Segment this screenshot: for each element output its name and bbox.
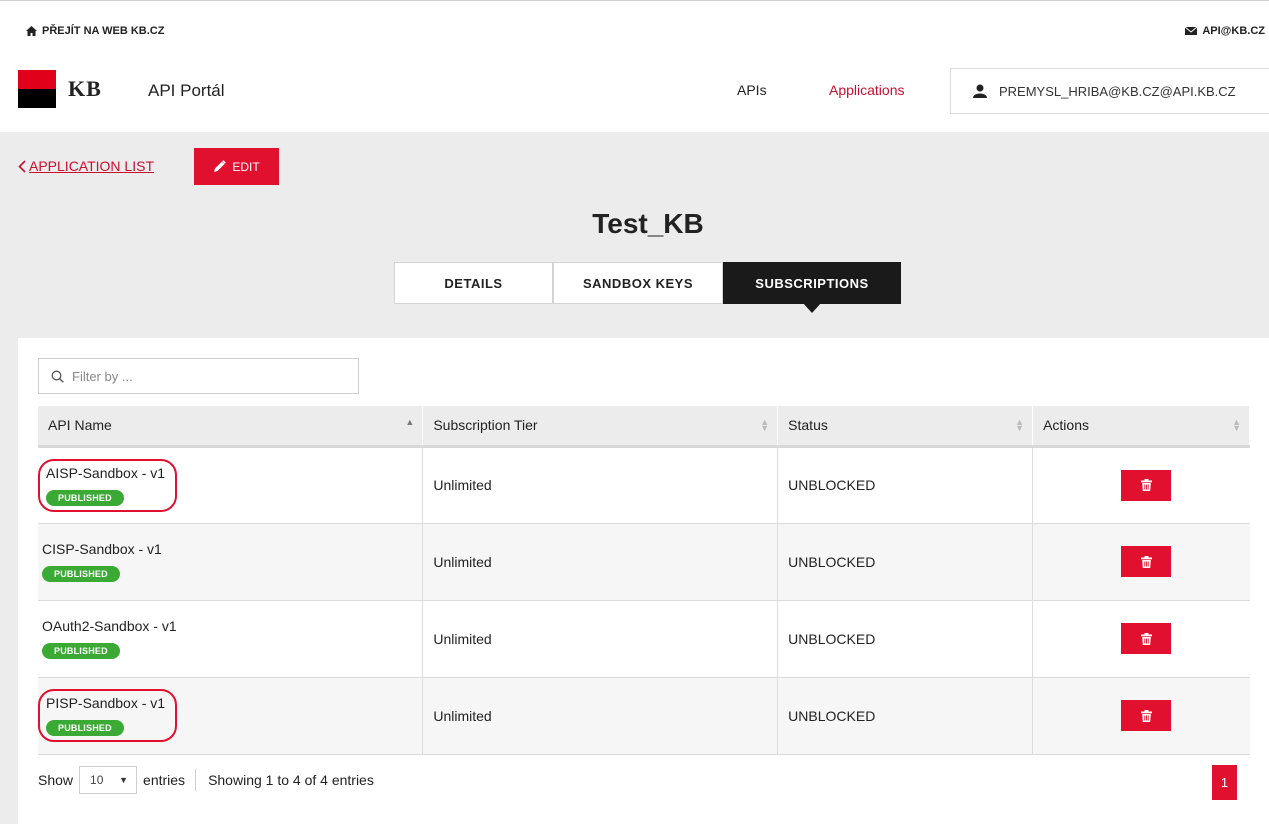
actions-cell xyxy=(1032,446,1250,524)
pencil-icon xyxy=(214,160,227,172)
status-cell: UNBLOCKED xyxy=(777,600,1034,678)
column-header-label: Actions xyxy=(1043,417,1089,434)
column-header-label: API Name xyxy=(48,417,112,434)
user-menu[interactable]: PREMYSL_HRIBA@KB.CZ@API.KB.CZ xyxy=(950,68,1269,114)
column-header-label: Status xyxy=(788,417,828,434)
tab-details[interactable]: DETAILS xyxy=(394,262,553,304)
table-row: OAuth2-Sandbox - v1 PUBLISHED Unlimited … xyxy=(38,600,1250,678)
table-row: PISP-Sandbox - v1 PUBLISHED Unlimited UN… xyxy=(38,677,1250,755)
status-cell: UNBLOCKED xyxy=(777,446,1034,524)
nav-apis[interactable]: APIs xyxy=(737,82,767,98)
status-badge: PUBLISHED xyxy=(42,643,120,659)
edit-button[interactable]: EDIT xyxy=(194,148,279,185)
tier-cell: Unlimited xyxy=(422,600,779,678)
top-strip: PŘEJÍT NA WEB KB.CZ API@KB.CZ xyxy=(0,0,1269,52)
delete-subscription-button[interactable] xyxy=(1121,469,1172,501)
home-icon xyxy=(26,26,37,36)
delete-subscription-button[interactable] xyxy=(1121,546,1172,577)
column-header-status[interactable]: Status ▲ ▼ xyxy=(777,406,1034,448)
show-label: Show xyxy=(38,772,74,788)
user-name: PREMYSL_HRIBA@KB.CZ@API.KB.CZ xyxy=(999,83,1236,99)
nav-applications[interactable]: Applications xyxy=(829,82,905,98)
actions-cell xyxy=(1032,600,1250,678)
table-info-text: Showing 1 to 4 of 4 entries xyxy=(208,772,374,788)
table-footer: Show 10 ▼ entries Showing 1 to 4 of 4 en… xyxy=(38,766,374,794)
status-cell: UNBLOCKED xyxy=(777,523,1034,601)
trash-icon xyxy=(1140,709,1152,722)
tab-sandbox-keys[interactable]: SANDBOX KEYS xyxy=(553,262,723,304)
search-icon xyxy=(51,370,64,383)
tier-cell: Unlimited xyxy=(422,523,779,601)
tier-cell: Unlimited xyxy=(422,677,779,755)
pagination-page-1[interactable]: 1 xyxy=(1212,765,1237,800)
trash-icon xyxy=(1140,479,1152,491)
contact-email-link[interactable]: API@KB.CZ xyxy=(1185,25,1265,37)
chevron-left-icon xyxy=(18,159,26,173)
kb-logo-text: KB xyxy=(68,76,102,101)
entries-label: entries xyxy=(143,772,186,788)
highlight-circle: PISP-Sandbox - v1 PUBLISHED xyxy=(38,689,178,742)
status-badge: PUBLISHED xyxy=(46,489,124,506)
api-name-cell: OAuth2-Sandbox - v1 PUBLISHED xyxy=(38,600,424,678)
home-link-label: PŘEJÍT NA WEB KB.CZ xyxy=(42,25,165,37)
back-link-label: APPLICATION LIST xyxy=(29,158,154,174)
api-name-wrap: OAuth2-Sandbox - v1 PUBLISHED xyxy=(40,612,189,665)
column-header-label: Subscription Tier xyxy=(433,417,538,434)
edit-button-label: EDIT xyxy=(232,159,260,174)
api-name[interactable]: AISP-Sandbox - v1 xyxy=(46,465,165,481)
status-badge: PUBLISHED xyxy=(42,566,120,582)
trash-icon xyxy=(1140,555,1152,568)
portal-title: API Portál xyxy=(148,81,225,100)
contact-email-label: API@KB.CZ xyxy=(1202,25,1265,37)
back-to-application-list[interactable]: APPLICATION LIST xyxy=(18,158,154,174)
kb-logo-mark xyxy=(18,70,56,108)
kb-logo[interactable]: KB xyxy=(18,70,102,108)
column-header-actions[interactable]: Actions ▲ ▼ xyxy=(1032,406,1250,448)
sort-icon: ▲ ▼ xyxy=(1232,417,1241,433)
application-title: Test_KB xyxy=(592,208,704,239)
table-info: Showing 1 to 4 of 4 entries xyxy=(195,769,374,791)
sort-asc-icon: ▲ xyxy=(405,417,415,427)
caret-down-icon: ▼ xyxy=(119,775,129,785)
tab-subscriptions[interactable]: SUBSCRIPTIONS xyxy=(723,262,901,313)
tier-cell: Unlimited xyxy=(422,446,779,524)
status-cell: UNBLOCKED xyxy=(777,677,1034,755)
api-name-cell: PISP-Sandbox - v1 PUBLISHED xyxy=(38,677,424,755)
application-tabs: DETAILS SANDBOX KEYS SUBSCRIPTIONS xyxy=(394,262,901,313)
column-header-api-name[interactable]: API Name ▲ xyxy=(38,406,424,448)
page-length-select[interactable]: 10 ▼ xyxy=(79,766,138,794)
filter-input[interactable] xyxy=(72,368,342,384)
table-row: CISP-Sandbox - v1 PUBLISHED Unlimited UN… xyxy=(38,523,1250,601)
actions-cell xyxy=(1032,677,1250,755)
api-name-cell: AISP-Sandbox - v1 PUBLISHED xyxy=(38,446,424,524)
api-name[interactable]: CISP-Sandbox - v1 xyxy=(42,541,162,557)
page-length-value: 10 xyxy=(90,773,104,787)
api-name-wrap: CISP-Sandbox - v1 PUBLISHED xyxy=(40,535,174,588)
trash-icon xyxy=(1140,632,1152,645)
api-name-cell: CISP-Sandbox - v1 PUBLISHED xyxy=(38,523,424,601)
api-name[interactable]: OAuth2-Sandbox - v1 xyxy=(42,618,177,634)
sort-icon: ▲ ▼ xyxy=(760,417,770,433)
highlight-circle: AISP-Sandbox - v1 PUBLISHED xyxy=(38,458,178,512)
header: KB API Portál APIs Applications PREMYSL_… xyxy=(0,52,1269,132)
column-header-subscription-tier[interactable]: Subscription Tier ▲ ▼ xyxy=(422,406,779,448)
filter-box xyxy=(38,358,359,394)
delete-subscription-button[interactable] xyxy=(1121,700,1172,731)
table-row: AISP-Sandbox - v1 PUBLISHED Unlimited UN… xyxy=(38,446,1250,524)
envelope-icon xyxy=(1185,27,1198,35)
status-badge: PUBLISHED xyxy=(46,720,124,736)
user-icon xyxy=(973,84,987,98)
delete-subscription-button[interactable] xyxy=(1121,623,1172,654)
api-name[interactable]: PISP-Sandbox - v1 xyxy=(46,695,165,711)
home-link[interactable]: PŘEJÍT NA WEB KB.CZ xyxy=(26,25,164,37)
subscriptions-table: API Name ▲ Subscription Tier ▲ ▼ Status ▲… xyxy=(38,406,1250,755)
sort-icon: ▲ ▼ xyxy=(1015,417,1025,433)
actions-cell xyxy=(1032,523,1250,601)
